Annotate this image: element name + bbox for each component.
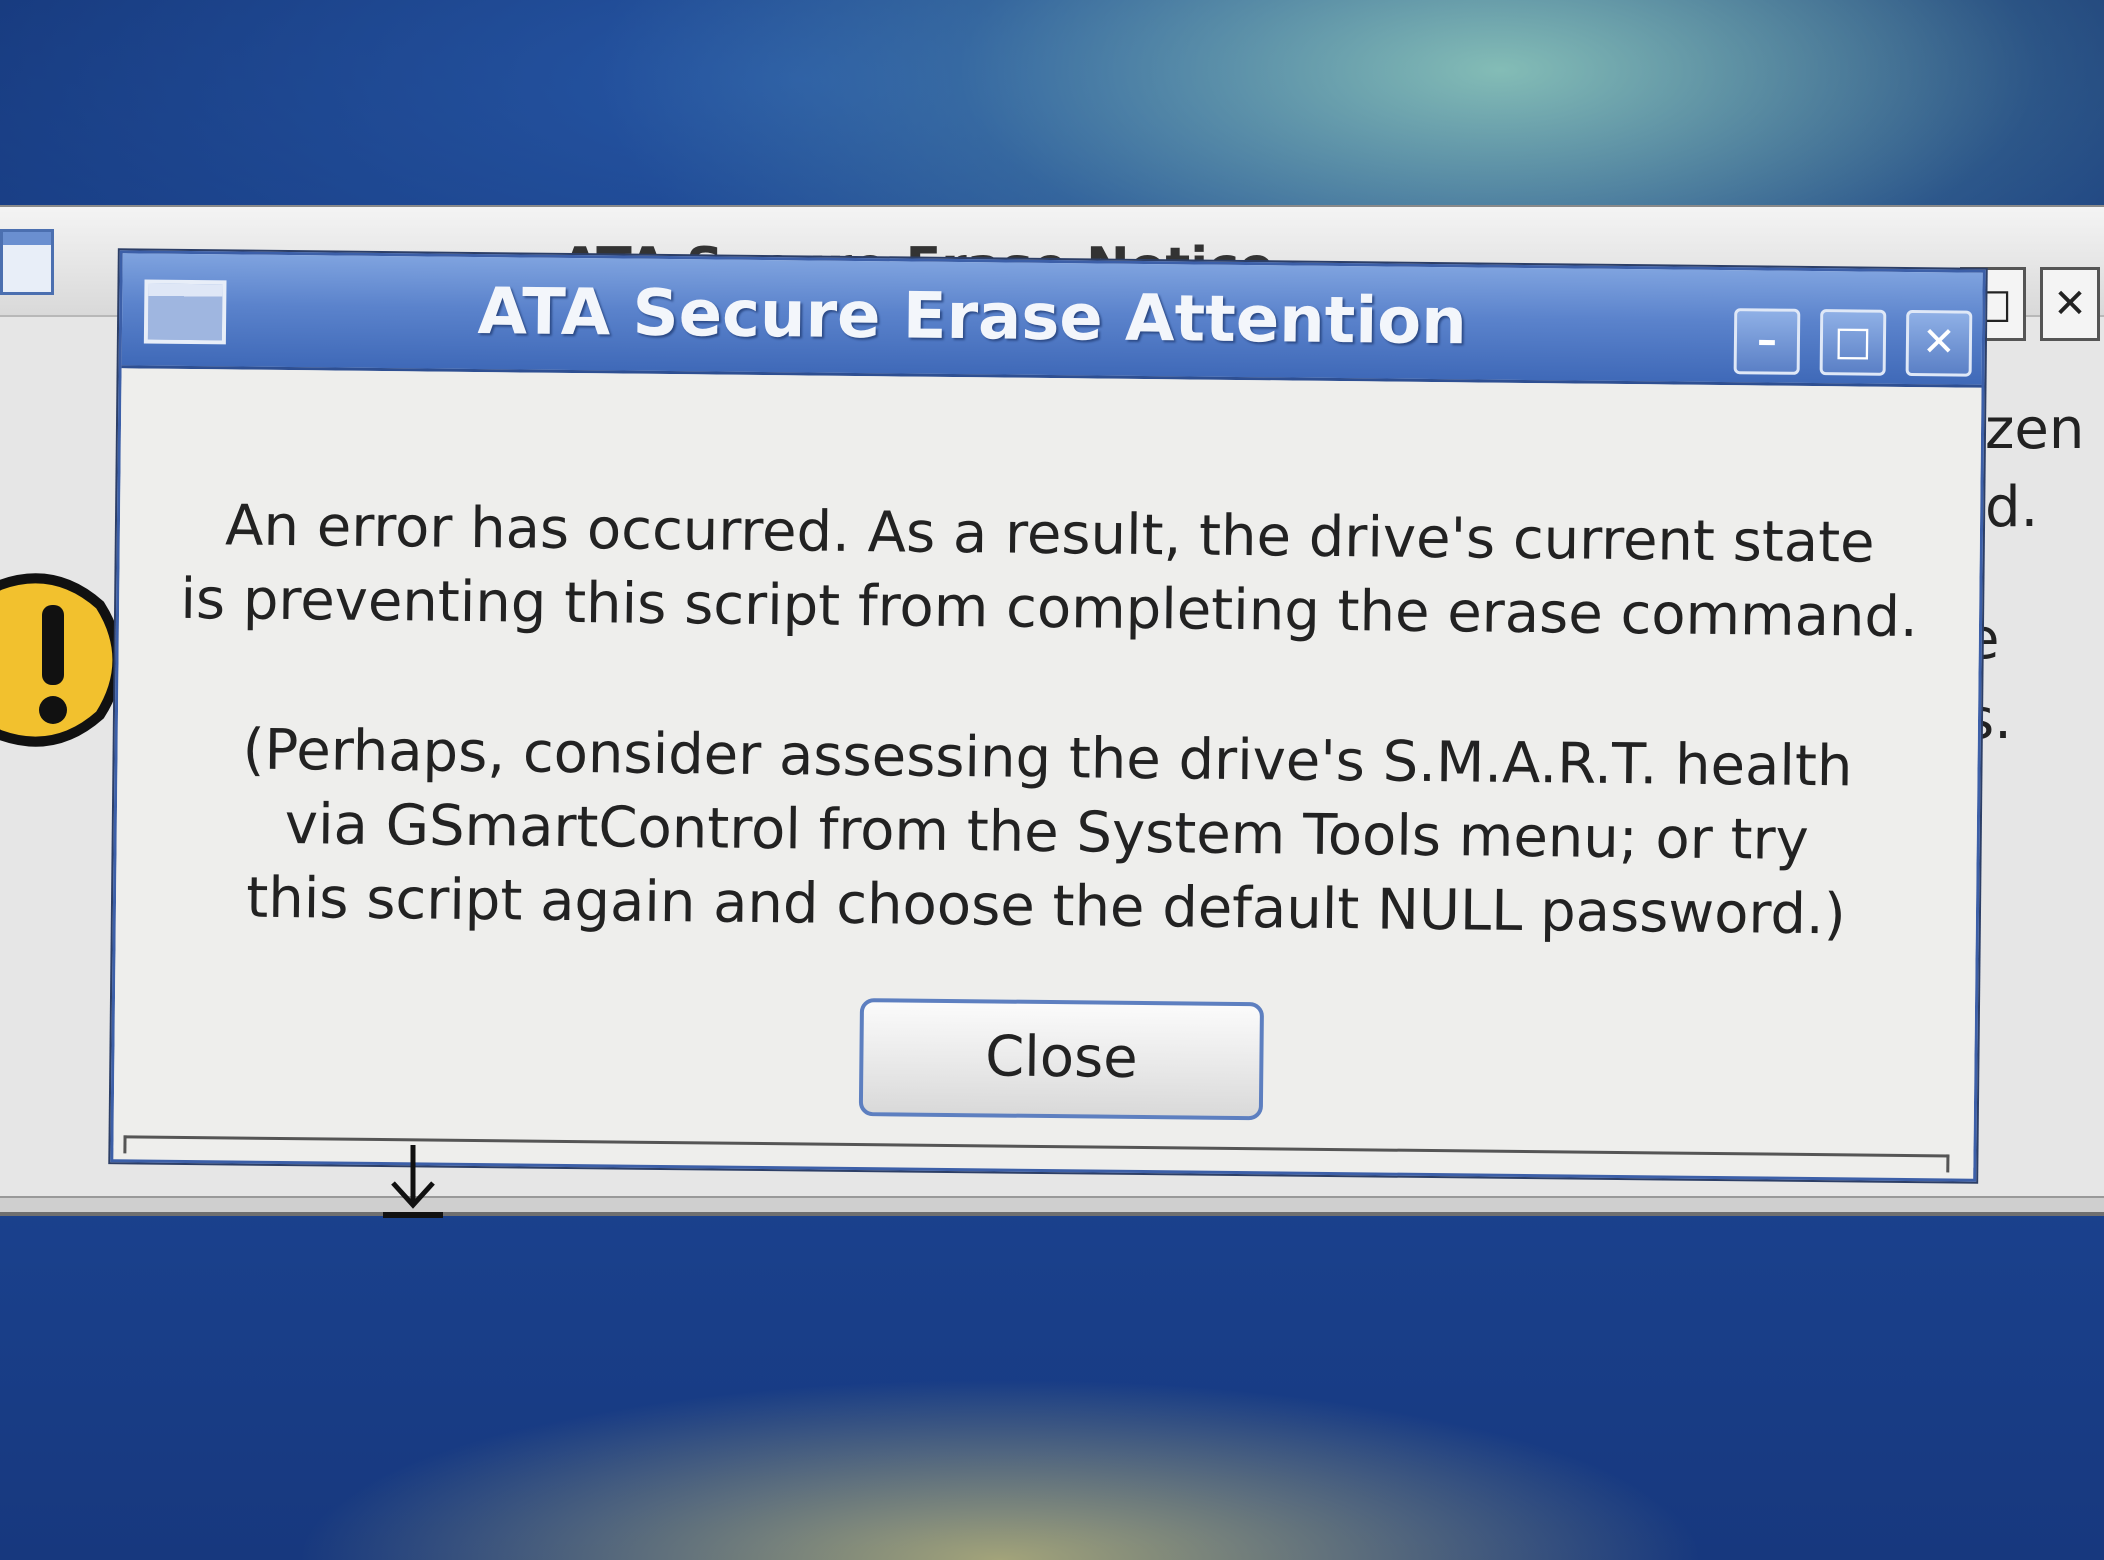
background-window-bottom-bar (0, 1196, 2104, 1212)
background-close-button[interactable]: ✕ (2040, 267, 2100, 341)
dialog-titlebar[interactable]: ATA Secure Erase Attention – □ ✕ (121, 253, 1983, 388)
window-icon[interactable] (143, 279, 227, 345)
close-window-button[interactable]: ✕ (1905, 309, 1973, 377)
warning-icon (0, 573, 123, 747)
background-text-fragment: d. (1985, 475, 2039, 540)
close-button[interactable]: Close (858, 998, 1265, 1121)
window-icon[interactable] (0, 229, 54, 295)
resize-cursor-icon (383, 1145, 443, 1218)
minimize-button[interactable]: – (1733, 308, 1801, 375)
dialog-title: ATA Secure Erase Attention (477, 275, 1468, 360)
maximize-button[interactable]: □ (1819, 309, 1887, 376)
error-dialog: ATA Secure Erase Attention – □ ✕ An erro… (110, 250, 1986, 1182)
dialog-body: An error has occurred. As a result, the … (113, 368, 1982, 1168)
background-text-fragment: zen (1985, 397, 2085, 462)
